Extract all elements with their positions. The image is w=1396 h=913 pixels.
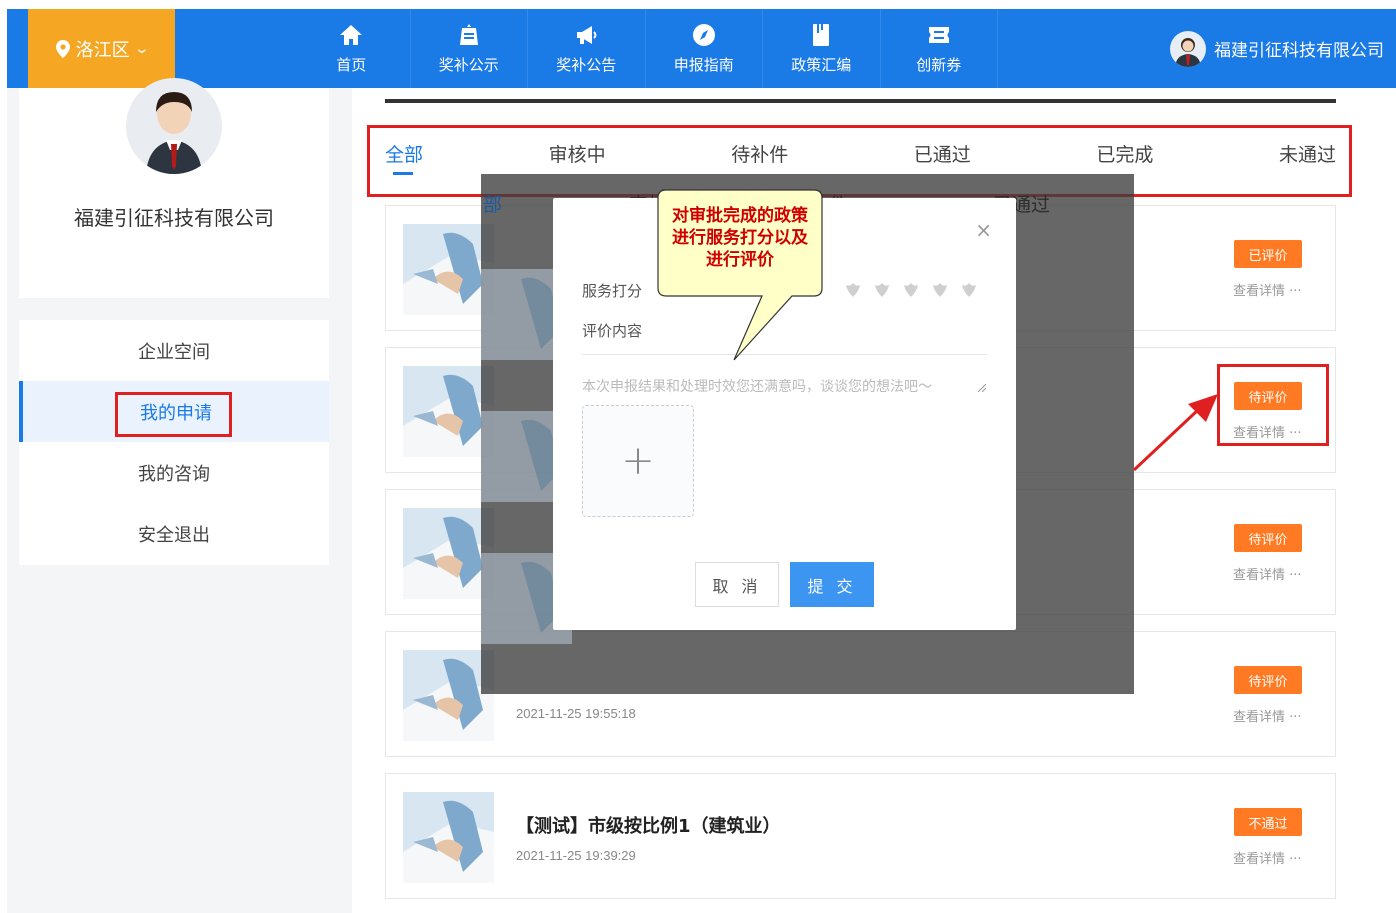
- nav-label: 奖补公示: [438, 56, 499, 74]
- megaphone-icon: [577, 26, 597, 44]
- status-badge: 不通过: [1234, 808, 1302, 836]
- top-nav-bar: 洛江区 ⌄ 首页 奖补公示 奖补公告 申报指南 政策汇编 创新券 福建引征科技有…: [7, 9, 1396, 88]
- callout-text: 对审批完成的政策进行服务打分以及进行评价: [672, 206, 808, 270]
- flower-star-icon[interactable]: [930, 280, 950, 300]
- company-avatar: [126, 78, 222, 174]
- application-title: 【测试】市级按比例1（建筑业）: [516, 816, 781, 837]
- nav-item-reward-notice[interactable]: 奖补公示: [411, 9, 528, 88]
- view-details-link[interactable]: 查看详情 ···: [1233, 706, 1302, 725]
- application-date: 2021-11-25 19:55:18: [516, 706, 636, 721]
- main-nav: 首页 奖补公示 奖补公告 申报指南 政策汇编 创新券: [293, 9, 998, 88]
- nav-label: 创新券: [916, 56, 962, 74]
- submit-button[interactable]: 提 交: [790, 562, 874, 607]
- application-card[interactable]: 【测试】市级按比例1（建筑业） 2021-11-25 19:39:29 不通过 …: [385, 773, 1336, 899]
- location-label: 洛江区: [75, 39, 130, 61]
- chevron-down-icon: ⌄: [133, 40, 150, 57]
- highlight-box-pending-review: [1217, 364, 1329, 446]
- score-label: 服务打分: [582, 282, 643, 300]
- nav-label: 奖补公告: [556, 56, 617, 74]
- ticket-icon: [928, 27, 949, 43]
- image-upload-button[interactable]: +: [582, 405, 694, 517]
- home-icon: [340, 25, 363, 45]
- view-details-link[interactable]: 查看详情 ···: [1233, 564, 1302, 583]
- compass-icon: [692, 24, 715, 46]
- status-badge: 待评价: [1234, 666, 1302, 694]
- flower-star-icon[interactable]: [843, 280, 863, 300]
- view-details-link[interactable]: 查看详情 ···: [1233, 280, 1302, 299]
- star-rating[interactable]: [843, 280, 979, 300]
- nav-label: 首页: [336, 56, 367, 74]
- ghost-tab-all: 部: [483, 194, 503, 216]
- user-avatar: [1170, 30, 1206, 67]
- close-icon[interactable]: ×: [975, 218, 992, 242]
- sidebar-item-logout[interactable]: 安全退出: [19, 503, 329, 564]
- application-date: 2021-11-25 19:39:29: [516, 848, 636, 863]
- nav-label: 申报指南: [673, 56, 734, 74]
- highlight-box-my-applications: [115, 392, 232, 437]
- nav-item-policy[interactable]: 政策汇编: [763, 9, 881, 88]
- cancel-button[interactable]: 取 消: [695, 562, 779, 607]
- status-badge: 已评价: [1234, 240, 1302, 268]
- sidebar-menu: 企业空间 我的申请 我的咨询 安全退出: [19, 320, 329, 565]
- application-thumbnail: [403, 792, 494, 883]
- resize-handle-icon[interactable]: [978, 384, 986, 392]
- view-details-link[interactable]: 查看详情 ···: [1233, 848, 1302, 867]
- user-name: 福建引征科技有限公司: [1214, 41, 1384, 61]
- nav-item-home[interactable]: 首页: [293, 9, 411, 88]
- divider: [385, 99, 1336, 103]
- nav-item-voucher[interactable]: 创新券: [881, 9, 998, 88]
- sidebar-item-my-consultations[interactable]: 我的咨询: [19, 442, 329, 503]
- content-label: 评价内容: [582, 322, 643, 340]
- nav-item-guide[interactable]: 申报指南: [646, 9, 763, 88]
- flower-star-icon[interactable]: [901, 280, 921, 300]
- user-menu[interactable]: 福建引征科技有限公司: [1170, 9, 1384, 88]
- map-pin-icon: [55, 39, 70, 58]
- nav-item-reward-announcement[interactable]: 奖补公告: [528, 9, 646, 88]
- flower-star-icon[interactable]: [959, 280, 979, 300]
- comment-textarea[interactable]: 本次申报结果和处理时效您还满意吗，谈谈您的想法吧～: [582, 376, 932, 396]
- sidebar-item-enterprise-space[interactable]: 企业空间: [19, 320, 329, 381]
- flower-star-icon[interactable]: [872, 280, 892, 300]
- nav-label: 政策汇编: [791, 56, 852, 74]
- announce-icon: [459, 24, 478, 45]
- book-icon: [813, 24, 830, 46]
- annotation-arrow: [1132, 394, 1218, 472]
- status-badge: 待评价: [1234, 524, 1302, 552]
- company-name: 福建引征科技有限公司: [74, 206, 274, 230]
- location-selector[interactable]: 洛江区 ⌄: [28, 9, 175, 88]
